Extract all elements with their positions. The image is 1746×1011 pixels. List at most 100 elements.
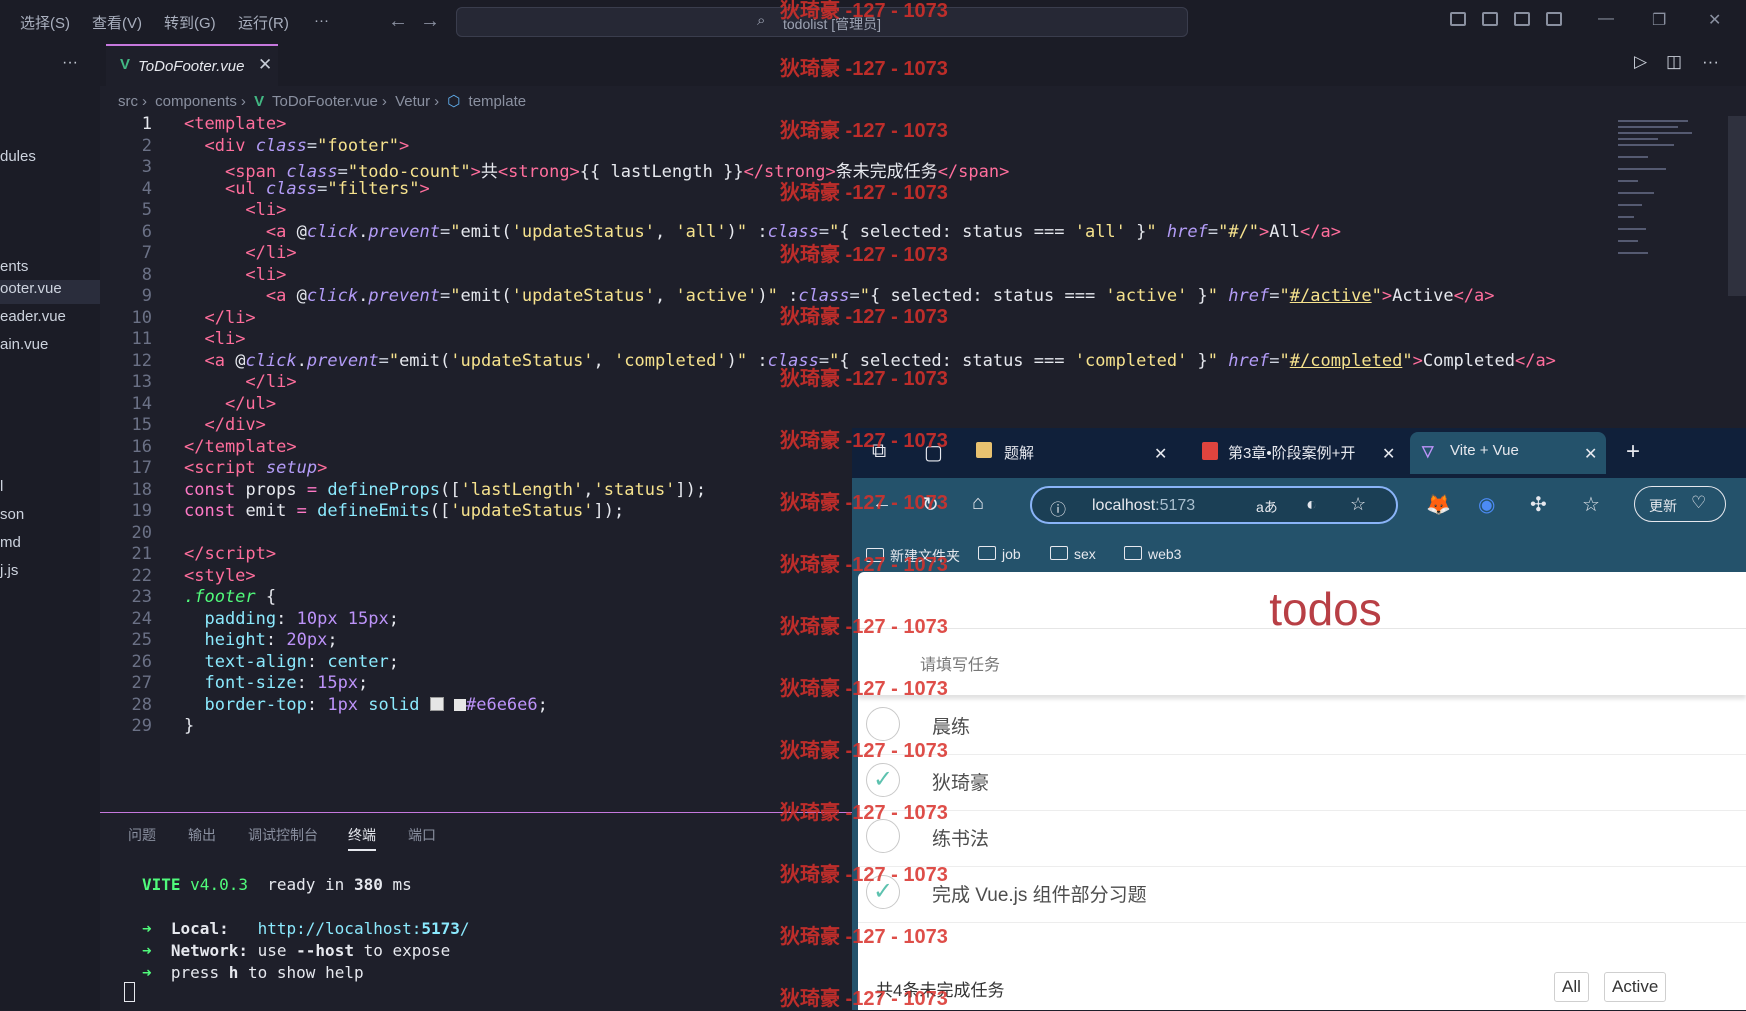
line-number: 7 bbox=[141, 243, 152, 263]
edge-icon[interactable]: ◐ bbox=[1306, 494, 1317, 515]
terminal-line-help: ➜ press h to show help bbox=[142, 963, 364, 982]
favorites-icon[interactable]: ☆ bbox=[1582, 492, 1600, 517]
todo-text: 完成 Vue.js 组件部分习题 bbox=[932, 885, 1147, 906]
watermark: 狄琦豪 -127 - 1073 bbox=[780, 430, 948, 452]
update-button[interactable]: 更新 ♡ bbox=[1634, 486, 1726, 522]
close-tab-icon[interactable]: ✕ bbox=[258, 55, 272, 75]
code-line: text-align: center; bbox=[204, 651, 399, 672]
todo-text: 狄琦豪 bbox=[932, 773, 990, 794]
close-tab-icon[interactable]: ✕ bbox=[1382, 444, 1395, 464]
menu-select[interactable]: 选择(S) bbox=[20, 12, 70, 33]
tab-debug-console[interactable]: 调试控制台 bbox=[248, 825, 318, 845]
menu-run[interactable]: 运行(R) bbox=[238, 12, 289, 33]
code-line: <li> bbox=[245, 264, 287, 285]
toggle-sidebar-icon[interactable] bbox=[1450, 12, 1466, 26]
minimap[interactable] bbox=[1618, 116, 1698, 296]
read-aloud-icon[interactable]: aあ bbox=[1256, 497, 1278, 517]
line-number: 23 bbox=[131, 587, 152, 607]
breadcrumb-src[interactable]: src bbox=[118, 93, 138, 110]
new-tab-icon[interactable]: + bbox=[1626, 438, 1640, 466]
close-tab-icon[interactable]: ✕ bbox=[1584, 444, 1597, 464]
back-arrow-icon[interactable]: ← bbox=[388, 10, 408, 33]
line-number: 9 bbox=[141, 286, 152, 306]
bookmark-folder[interactable]: web3 bbox=[1124, 546, 1181, 562]
run-icon[interactable]: ▷ bbox=[1634, 52, 1647, 72]
terminal-line-vite: VITE v4.0.3 ready in 380 ms bbox=[142, 875, 412, 894]
vue-file-icon: V bbox=[254, 93, 265, 110]
search-icon: ⌕ bbox=[757, 12, 766, 29]
close-window-icon[interactable]: ✕ bbox=[1708, 10, 1721, 30]
code-line: font-size: 15px; bbox=[204, 673, 369, 693]
menu-goto[interactable]: 转到(G) bbox=[164, 12, 216, 33]
favorite-star-icon[interactable]: ☆ bbox=[1350, 494, 1366, 515]
watermark: 狄琦豪 -127 - 1073 bbox=[780, 58, 948, 80]
todo-toggle[interactable] bbox=[866, 763, 900, 797]
watermark: 狄琦豪 -127 - 1073 bbox=[780, 554, 948, 576]
watermark: 狄琦豪 -127 - 1073 bbox=[780, 926, 948, 948]
customize-layout-icon[interactable] bbox=[1546, 12, 1562, 26]
extensions-icon[interactable]: ✣ bbox=[1530, 492, 1547, 517]
explorer-item-label: ooter.vue bbox=[0, 280, 62, 297]
explorer-item[interactable]: eader.vue bbox=[0, 308, 66, 325]
filter-all[interactable]: All bbox=[1554, 972, 1589, 1002]
watermark: 狄琦豪 -127 - 1073 bbox=[780, 368, 948, 390]
todo-text: 练书法 bbox=[932, 829, 990, 850]
bookmark-folder[interactable]: job bbox=[978, 546, 1021, 562]
metamask-icon[interactable]: 🦊 bbox=[1426, 492, 1451, 517]
breadcrumb: src › components › V ToDoFooter.vue › Vetur… bbox=[118, 93, 527, 110]
home-icon[interactable]: ⌂ bbox=[972, 492, 984, 515]
code-line: </li> bbox=[204, 307, 256, 328]
restore-icon[interactable]: ❐ bbox=[1652, 10, 1666, 30]
extension-circle-icon[interactable]: ◉ bbox=[1478, 492, 1495, 517]
tab-ports[interactable]: 端口 bbox=[408, 825, 436, 845]
line-number: 3 bbox=[141, 157, 152, 177]
forward-arrow-icon[interactable]: → bbox=[420, 10, 440, 33]
breadcrumb-file[interactable]: ToDoFooter.vue bbox=[272, 93, 378, 110]
line-number: 22 bbox=[131, 565, 152, 586]
split-editor-icon[interactable]: ◫ bbox=[1666, 52, 1682, 72]
line-number: 27 bbox=[131, 673, 152, 693]
new-todo-input[interactable]: 请填写任务 bbox=[858, 628, 1746, 695]
tab-terminal[interactable]: 终端 bbox=[348, 825, 376, 851]
explorer-item[interactable]: ents bbox=[0, 258, 28, 275]
tab-todofooter[interactable]: V ToDoFooter.vue ✕ bbox=[106, 44, 278, 86]
editor-more-icon[interactable]: ··· bbox=[1702, 52, 1719, 72]
filter-active[interactable]: Active bbox=[1604, 972, 1667, 1002]
breadcrumb-template[interactable]: template bbox=[469, 93, 527, 110]
line-number: 20 bbox=[131, 522, 152, 543]
code-line: </template> bbox=[184, 436, 297, 457]
tab-problems[interactable]: 问题 bbox=[128, 825, 156, 845]
close-tab-icon[interactable]: ✕ bbox=[1154, 444, 1167, 464]
tab-output[interactable]: 输出 bbox=[188, 825, 216, 845]
explorer-item[interactable]: j.js bbox=[0, 562, 18, 579]
tab-label: ToDoFooter.vue bbox=[138, 58, 245, 75]
folder-icon bbox=[978, 546, 996, 560]
bookmark-folder[interactable]: sex bbox=[1050, 546, 1096, 562]
breadcrumb-vetur[interactable]: Vetur bbox=[395, 93, 430, 110]
toggle-panel-icon[interactable] bbox=[1482, 12, 1498, 26]
explorer-item[interactable]: ain.vue bbox=[0, 336, 48, 353]
explorer-more-icon[interactable]: ··· bbox=[62, 54, 78, 72]
browser-tab[interactable]: 第3章•阶段案例+开 ✕ bbox=[1192, 432, 1402, 474]
line-number: 19 bbox=[131, 501, 152, 521]
line-number: 5 bbox=[141, 200, 152, 220]
browser-tab[interactable]: 题解 ✕ bbox=[964, 432, 1174, 474]
todo-app-page: todos 请填写任务 晨练 狄琦豪 练书法 完成 Vue.js 组件部分习题 … bbox=[858, 572, 1746, 1010]
code-line: </script> bbox=[184, 544, 277, 564]
explorer-item[interactable]: md bbox=[0, 534, 21, 551]
toggle-secondary-sidebar-icon[interactable] bbox=[1514, 12, 1530, 26]
browser-tab-active[interactable]: ▽ Vite + Vue ✕ bbox=[1410, 432, 1606, 474]
menu-more[interactable]: ··· bbox=[314, 12, 329, 29]
address-bar[interactable]: ⓘ localhost:5173 aあ ◐ ☆ bbox=[1030, 486, 1398, 524]
explorer-item[interactable]: dules bbox=[0, 148, 36, 165]
menu-view[interactable]: 查看(V) bbox=[92, 12, 142, 33]
editor-scrollbar[interactable] bbox=[1728, 116, 1746, 296]
breadcrumb-components[interactable]: components bbox=[155, 93, 237, 110]
minimize-icon[interactable]: — bbox=[1598, 10, 1614, 28]
code-line: </li> bbox=[245, 372, 297, 392]
info-icon[interactable]: ⓘ bbox=[1050, 496, 1066, 520]
explorer-item[interactable]: l bbox=[0, 478, 3, 495]
watermark: 狄琦豪 -127 - 1073 bbox=[780, 678, 948, 700]
explorer-item[interactable]: son bbox=[0, 506, 24, 523]
explorer-item-active[interactable]: ooter.vue bbox=[0, 280, 100, 304]
